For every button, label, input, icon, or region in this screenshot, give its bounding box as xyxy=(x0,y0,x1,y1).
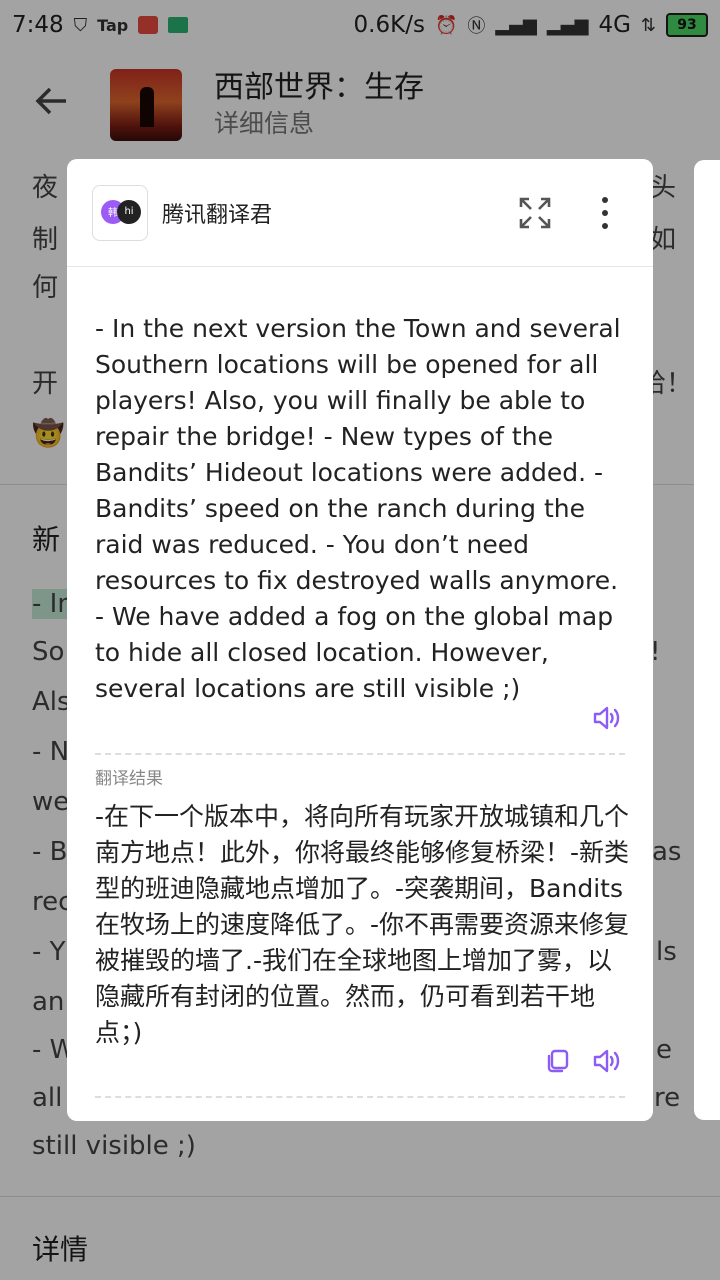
translator-name: 腾讯翻译君 xyxy=(162,202,273,228)
popup-header: 韩 hi 腾讯翻译君 xyxy=(67,159,653,267)
translator-logo-icon: 韩 hi xyxy=(92,184,148,241)
speaker-icon[interactable] xyxy=(592,705,622,731)
result-label: 翻译结果 xyxy=(95,769,163,789)
logo-right-bubble: hi xyxy=(117,199,141,224)
dashed-divider xyxy=(95,1096,625,1098)
expand-icon[interactable] xyxy=(515,193,555,233)
more-options-icon[interactable] xyxy=(595,196,615,229)
result-text[interactable]: -在下一个版本中，将向所有玩家开放城镇和几个南方地点！此外，你将最终能够修复桥梁… xyxy=(95,799,630,1051)
copy-icon[interactable] xyxy=(544,1048,570,1074)
translator-popup: 韩 hi 腾讯翻译君 - In the next version the Tow… xyxy=(67,159,653,1121)
source-text[interactable]: - In the next version the Town and sever… xyxy=(95,311,625,707)
result-speaker-icon[interactable] xyxy=(592,1048,622,1074)
next-card[interactable] xyxy=(694,160,720,1120)
dashed-divider xyxy=(95,753,625,755)
